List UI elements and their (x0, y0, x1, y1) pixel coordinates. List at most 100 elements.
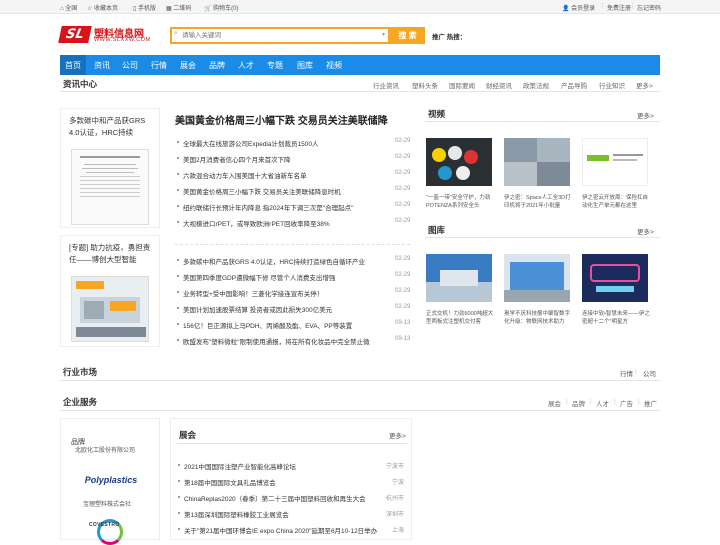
list-item[interactable]: 第18届中国国际文具礼品博览会 宁波 (178, 477, 414, 487)
polyplastics-logo[interactable]: Polyplastics (73, 469, 149, 491)
divider (425, 237, 660, 238)
list-item[interactable]: 美国2月消费者信心四个月来首次下降 02-29 (177, 154, 413, 164)
nav-market[interactable]: 行情 (151, 60, 167, 71)
list-item[interactable]: ChinaReplas2020（春季）第二十三届中国塑料回收和再生大会 杭州市 (178, 493, 414, 503)
left-card-topic[interactable]: [专题] 助力抗疫，勇担责任——博创大型智能 (60, 235, 160, 347)
left-card-title: [专题] 助力抗疫，勇担责任——博创大型智能 (69, 243, 151, 264)
nav-company[interactable]: 公司 (122, 60, 138, 71)
brand-panel: 品牌 北欧化工股份有限公司 Polyplastics 宝理塑料株式会社 COVE… (60, 418, 160, 545)
sublink-headline[interactable]: 塑料头条 (412, 80, 438, 90)
list-item[interactable]: 156亿！巨正源拟上马PDH、丙烯酸及酯、EVA、PP等装置 09-13 (177, 320, 413, 330)
market-link-quotes[interactable]: 行情 (620, 368, 633, 378)
enterprise-link-talent[interactable]: 人才 (596, 398, 609, 408)
brand-item[interactable]: 宝理塑料株式会社 (83, 499, 131, 508)
topbar-home-link[interactable]: ⌂ 全国 (60, 3, 77, 12)
nav-news[interactable]: 资讯 (94, 60, 110, 71)
sublink-more[interactable]: 更多> (636, 80, 653, 90)
sublink-products[interactable]: 产品导购 (561, 80, 587, 90)
search-button[interactable]: 搜 索 (390, 27, 425, 44)
hot-keywords-label: 推广 热搜： (432, 34, 467, 41)
chevron-down-icon[interactable]: ▾ (382, 31, 385, 38)
divider (177, 443, 407, 444)
gallery-thumb-2[interactable] (504, 254, 570, 302)
divider (175, 244, 410, 245)
list-item[interactable]: 大视檬进口rPET，或导致欧洲rPET回收率降至38% 02-29 (177, 218, 413, 228)
divider (60, 380, 660, 381)
search-icon: ⌕ (174, 30, 178, 37)
list-item[interactable]: 纽约联储行长预计年内降息 指2024年下调三次是"合理起点" 02-29 (177, 202, 413, 212)
divider (60, 410, 660, 411)
gallery-thumb-1[interactable] (426, 254, 492, 302)
machine-image (71, 276, 149, 342)
list-item[interactable]: 欧盟发布"塑料微粒"限制使用通报，将在所有化妆品中完全禁止微 09-13 (177, 336, 413, 346)
main-nav: 首页 资讯 公司 行情 展会 品牌 人才 专题 图库 视频 (60, 55, 660, 75)
expo-more-link[interactable]: 更多> (389, 430, 406, 440)
video-more-link[interactable]: 更多> (637, 110, 654, 120)
video-thumb-2[interactable] (504, 138, 570, 186)
sublink-knowledge[interactable]: 行业知识 (599, 80, 625, 90)
search-input[interactable] (172, 29, 372, 42)
video-caption-3[interactable]: 伊之密云开放周：保险杠自动化生产单元都在这里 (582, 194, 652, 210)
list-item[interactable]: 六款混合动力车入围美国十大省油新车名单 02-29 (177, 170, 413, 180)
nav-expo[interactable]: 展会 (180, 60, 196, 71)
video-thumb-1[interactable] (426, 138, 492, 186)
gallery-caption-1[interactable]: 正式交机！力劲6000吨超大型两板式注塑机交付客 (426, 310, 496, 326)
enterprise-link-promo[interactable]: 推广 (644, 398, 657, 408)
divider (60, 91, 660, 92)
logo-url: WWW.SLXXW.COM (94, 37, 151, 43)
gallery-more-link[interactable]: 更多> (637, 226, 654, 236)
video-caption-1[interactable]: "一盔一带"安全守护，力劲POTENZA系列安全头 (426, 194, 496, 210)
left-card-grs[interactable]: 多款碳中和产品获GRS 4.0认证，HRC持续 (60, 108, 160, 228)
nav-brand[interactable]: 品牌 (209, 60, 225, 71)
topbar-login-link[interactable]: 👤 会员登录 (562, 3, 595, 12)
nav-video[interactable]: 视频 (326, 60, 342, 71)
news-list-1: 全球最大在线旅游公司Expedia计划裁员1500人 02-29 美国2月消费者信… (177, 138, 413, 238)
gallery-caption-2[interactable]: 奥学不厌科技展中聚智数字化升级：物联网技术助力 (504, 310, 574, 326)
nav-home[interactable]: 首页 (65, 60, 81, 71)
list-item[interactable]: 多款碳中和产品获GRS 4.0认证，HRC持续打造绿色自循环产业 02-29 (177, 256, 413, 266)
enterprise-link-ads[interactable]: 广告 (620, 398, 633, 408)
enterprise-section-title: 企业服务 (63, 397, 98, 407)
sublink-industry[interactable]: 行业资讯 (373, 80, 399, 90)
market-section-title: 行业市场 (63, 367, 98, 377)
expo-title: 展会 (179, 430, 197, 440)
list-item[interactable]: 业务转型+受中国影响！三菱化学接连宣布关停！ 02-29 (177, 288, 413, 298)
video-thumb-3[interactable] (582, 138, 648, 186)
topbar-bookmark-link[interactable]: ☆ 收藏本页 (87, 3, 118, 12)
headline-link[interactable]: 美国黄金价格周三小幅下跌 交易员关注美联储降 (175, 112, 388, 127)
list-item[interactable]: 美国黄金价格周三小幅下跌 交易员关注美联储降息时机 02-29 (177, 186, 413, 196)
nav-topic[interactable]: 专题 (267, 60, 283, 71)
site-logo[interactable]: SL 塑料信息网 WWW.SLXXW.COM (58, 25, 152, 45)
sublink-intl[interactable]: 国际要闻 (449, 80, 475, 90)
topbar-register-link[interactable]: 免费注册 (607, 3, 631, 12)
nav-gallery[interactable]: 图库 (297, 60, 313, 71)
nav-talent[interactable]: 人才 (238, 60, 254, 71)
topbar-qrcode-link[interactable]: ▦ 二维码 (166, 3, 191, 12)
left-card-title: 多款碳中和产品获GRS 4.0认证，HRC持续 (69, 116, 146, 137)
gallery-thumb-3[interactable] (582, 254, 648, 302)
expo-list: 2021中国国际注塑产业智能化高峰论坛 宁波市 第18届中国国际文具礼品博览会 宁波… (178, 461, 414, 541)
gallery-caption-3[interactable]: 连接中软•智慧未来——伊之密超十二个"明星方 (582, 310, 652, 326)
list-item[interactable]: 第13届深圳国际塑料橡胶工业展览会 深圳市 (178, 509, 414, 519)
topbar-cart-link[interactable]: 🛒 购物车(0) (204, 3, 238, 12)
news-center-title: 资讯中心 (63, 79, 98, 89)
enterprise-link-brand[interactable]: 品牌 (572, 398, 585, 408)
list-item[interactable]: 关于"第21届中国环博会IE expo China 2020"延期至6月10-1… (178, 525, 414, 535)
market-link-company[interactable]: 公司 (643, 368, 656, 378)
list-item[interactable]: 2021中国国际注塑产业智能化高峰论坛 宁波市 (178, 461, 414, 471)
list-item[interactable]: 全球最大在线旅游公司Expedia计划裁员1500人 02-29 (177, 138, 413, 148)
video-caption-2[interactable]: 伊之密：Space人工全3D打印机将于2021年小批量 (504, 194, 574, 210)
divider (425, 121, 660, 122)
topbar-forgot-link[interactable]: 忘记密码 (637, 3, 661, 12)
brand-item[interactable]: 北欧化工股份有限公司 (75, 445, 135, 454)
covestro-logo-text: COVESTRO (89, 522, 120, 528)
video-section-title: 视频 (428, 109, 446, 119)
expo-panel: 展会 更多> 2021中国国际注塑产业智能化高峰论坛 宁波市 第18届中国国际文具… (170, 418, 412, 540)
sublink-policy[interactable]: 政策法规 (523, 80, 549, 90)
list-item[interactable]: 美国第四季度GDP遭微幅下修 尽管个人消费支出增强 02-29 (177, 272, 413, 282)
enterprise-link-expo[interactable]: 展会 (548, 398, 561, 408)
logo-mark: SL (58, 26, 92, 43)
sublink-finance[interactable]: 财经资讯 (486, 80, 512, 90)
topbar-mobile-link[interactable]: ▯ 手机版 (133, 3, 156, 12)
list-item[interactable]: 美国计划加速股票结算 投资者或因此损失300亿美元 02-29 (177, 304, 413, 314)
